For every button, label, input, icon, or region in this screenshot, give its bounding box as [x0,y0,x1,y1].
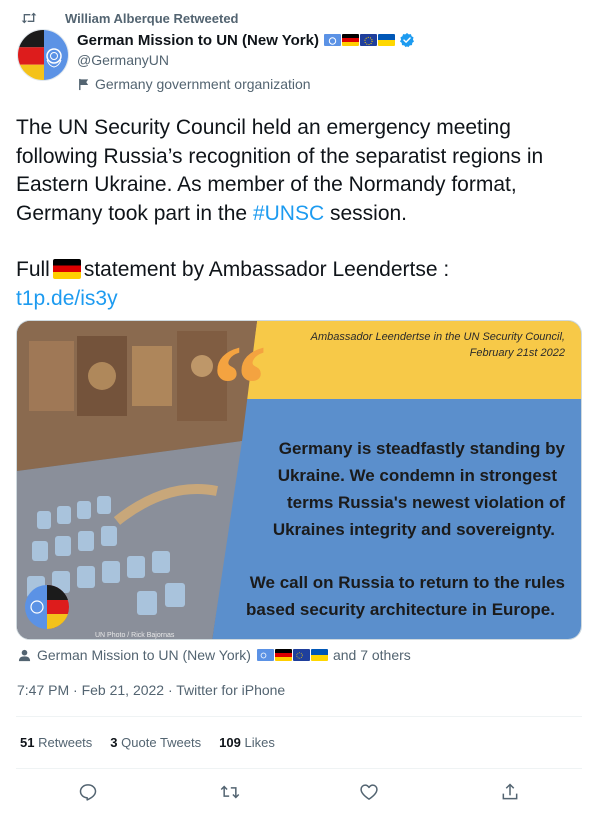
tweet-paragraph-2: Full statement by Ambassador Leendertse : [16,256,582,285]
likes-label: Likes [244,735,275,750]
mission-logo [25,584,69,630]
tweet-timestamp[interactable]: 7:47 PM · Feb 21, 2022 · Twitter for iPh… [17,681,285,699]
quote-line-6: based security architecture in Europe. [246,600,555,619]
tweet-text-part: Full [16,258,50,281]
tweet-header: German Mission to UN (New York) @Germany… [77,30,415,93]
germany-flag-icon [274,649,292,661]
tweet-text-part: session. [324,201,408,225]
un-flag-icon [324,34,341,46]
tweet-media-image[interactable]: “ Ambassador Leendertse in the UN Securi… [16,320,582,640]
tagged-name: German Mission to UN (New York) [37,647,251,663]
affiliation-label[interactable]: Germany government organization [77,75,415,93]
tagged-others: and 7 others [332,647,411,663]
tweet-text-part: statement by Ambassador Leendertse : [83,258,450,281]
quote-line-1: Germany is steadfastly standing by [279,439,566,458]
like-icon[interactable] [357,780,381,804]
hashtag-link[interactable]: #UNSC [253,202,324,225]
likes-stat[interactable]: 109 Likes [219,734,275,752]
share-icon[interactable] [498,780,522,804]
author-handle[interactable]: @GermanyUN [77,51,415,70]
tweet-stats: 51 Retweets 3 Quote Tweets 109 Likes [20,734,293,752]
retweet-icon[interactable] [218,780,242,804]
quote-line-5: We call on Russia to return to the rules [250,573,565,592]
action-bar [0,780,598,806]
retweet-icon [21,11,39,25]
media-date: February 21st 2022 [470,347,565,359]
media-caption: Ambassador Leendertse in the UN Security… [310,331,565,343]
divider [16,768,582,769]
retweets-stat[interactable]: 51 Retweets [20,734,92,752]
photo-credit: UN Photo / Rick Bajornas [95,632,175,639]
retweeted-by-line[interactable]: William Alberque Retweeted [21,9,239,27]
quote-line-2: Ukraine. We condemn in strongest [278,466,558,485]
retweets-count: 51 [20,735,35,750]
statement-link[interactable]: t1p.de/is3y [16,287,118,310]
quote-mark: “ [212,323,267,445]
ukraine-flag-icon [310,649,328,661]
flag-label-icon [79,78,89,90]
quote-line-4: Ukraines integrity and sovereignty. [273,520,555,539]
reply-icon[interactable] [76,780,100,804]
quote-line-3: terms Russia's newest violation of [287,493,565,512]
tagged-users[interactable]: German Mission to UN (New York) and 7 ot… [18,646,411,664]
eu-flag-icon [360,34,377,46]
divider [16,716,582,717]
germany-flag-icon [342,34,359,46]
quotes-label: Quote Tweets [121,735,202,750]
person-icon [18,649,31,661]
retweets-label: Retweets [38,735,93,750]
author-name[interactable]: German Mission to UN (New York) [77,32,319,49]
tweet-paragraph-1: The UN Security Council held an emergenc… [16,114,582,228]
quote-tweets-stat[interactable]: 3 Quote Tweets [110,734,201,752]
germany-flag-icon [52,259,81,279]
quotes-count: 3 [110,735,118,750]
ukraine-flag-icon [378,34,395,46]
tweet-text: The UN Security Council held an emergenc… [16,114,582,313]
verified-badge-icon [399,32,415,48]
un-flag-icon [256,649,274,661]
eu-flag-icon [292,649,310,661]
likes-count: 109 [219,735,241,750]
avatar[interactable] [17,29,69,81]
affiliation-text: Germany government organization [95,76,311,92]
retweeted-by-label: William Alberque Retweeted [65,10,239,26]
